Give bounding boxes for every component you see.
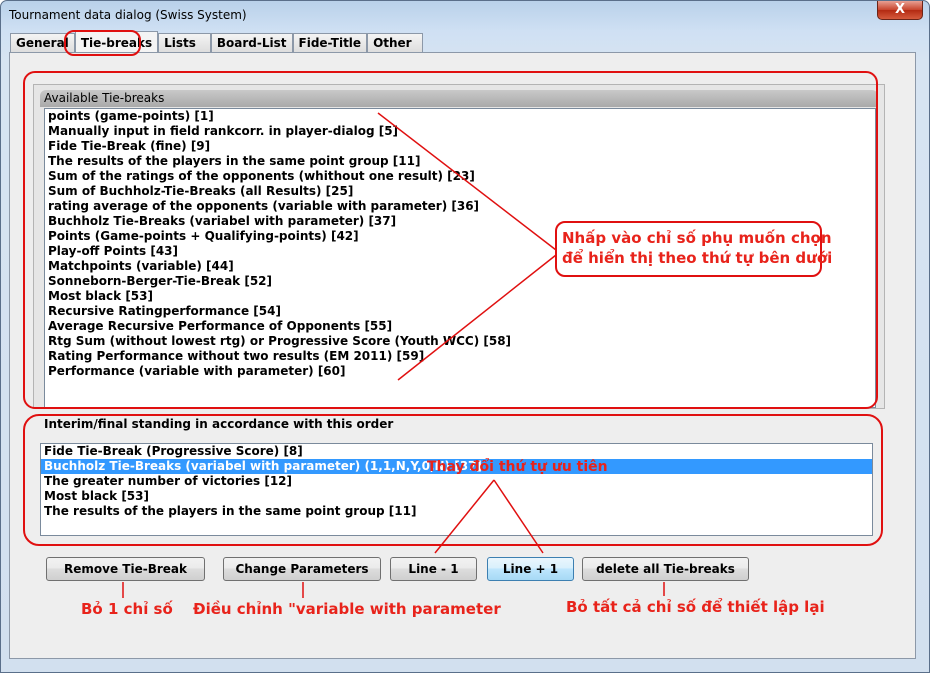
close-button[interactable]: X bbox=[877, 1, 923, 20]
change-parameters-button[interactable]: Change Parameters bbox=[223, 557, 381, 581]
remove-one-annotation: Bỏ 1 chỉ số bbox=[81, 600, 173, 618]
tab-fide-title[interactable]: Fide-Title bbox=[292, 33, 368, 53]
tab-other[interactable]: Other bbox=[367, 33, 423, 53]
line-plus-button[interactable]: Line + 1 bbox=[487, 557, 574, 581]
order-highlight-box bbox=[23, 414, 883, 546]
delete-all-tie-breaks-button[interactable]: delete all Tie-breaks bbox=[582, 557, 749, 581]
window-title: Tournament data dialog (Swiss System) bbox=[9, 8, 247, 22]
line-minus-button[interactable]: Line - 1 bbox=[390, 557, 477, 581]
tab-lists[interactable]: Lists bbox=[158, 33, 211, 53]
title-bar: Tournament data dialog (Swiss System) X bbox=[1, 1, 929, 31]
tab-highlight-box bbox=[64, 30, 141, 56]
remove-tie-break-button[interactable]: Remove Tie-Break bbox=[46, 557, 205, 581]
callout-text-line1: Nhấp vào chỉ số phụ muốn chọn bbox=[562, 229, 832, 247]
tab-board-list[interactable]: Board-List bbox=[210, 33, 293, 53]
close-icon: X bbox=[894, 2, 906, 17]
callout-text-line2: để hiển thị theo thứ tự bên dưới bbox=[562, 249, 833, 267]
remove-all-annotation: Bỏ tất cả chỉ số để thiết lập lại bbox=[566, 598, 825, 616]
adjust-parameter-annotation: Điều chỉnh "variable with parameter bbox=[193, 600, 501, 618]
change-priority-annotation: Thay đổi thứ tự ưu tiên bbox=[427, 459, 608, 475]
